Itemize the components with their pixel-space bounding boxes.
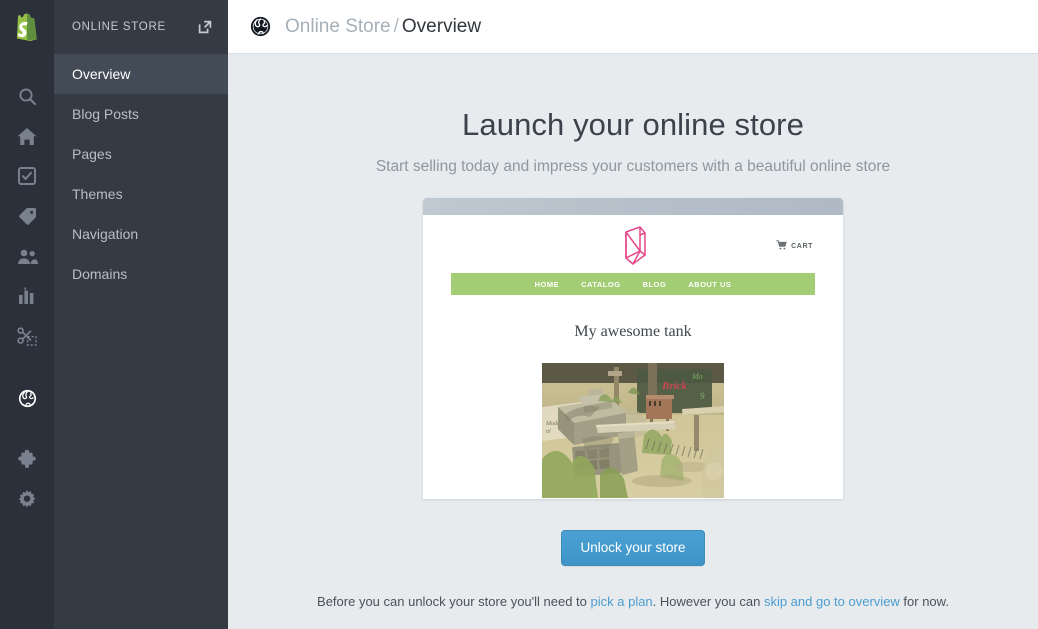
top-bar: Online Store/Overview	[228, 0, 1038, 54]
primary-icon-rail	[0, 0, 54, 629]
store-preview-wrapper: CART HOME CATALOG BLOG ABOUT US My aweso…	[423, 198, 843, 499]
reports-icon[interactable]	[0, 276, 54, 316]
store-nav-bar: HOME CATALOG BLOG ABOUT US	[451, 273, 815, 295]
sidebar-nav-list: Overview Blog Posts Pages Themes Navigat…	[54, 54, 228, 294]
settings-icon[interactable]	[0, 480, 54, 520]
sidebar-item-label: Blog Posts	[72, 106, 139, 122]
breadcrumb-separator: /	[391, 16, 402, 37]
sidebar-item-label: Domains	[72, 266, 127, 282]
online-store-icon[interactable]	[0, 378, 54, 418]
browser-chrome-bar	[423, 198, 843, 215]
external-link-icon[interactable]	[198, 20, 212, 34]
cart-label: CART	[791, 243, 813, 250]
footnote-text-part-3: for now.	[900, 594, 949, 609]
breadcrumb-parent[interactable]: Online Store	[285, 16, 391, 37]
sidebar-item-blog-posts[interactable]: Blog Posts	[54, 94, 228, 134]
unlock-your-store-button[interactable]: Unlock your store	[561, 530, 704, 566]
sidebar-item-overview[interactable]: Overview	[54, 54, 228, 94]
products-icon[interactable]	[0, 196, 54, 236]
skip-and-go-to-overview-link[interactable]: skip and go to overview	[764, 594, 900, 609]
store-preview-body: CART HOME CATALOG BLOG ABOUT US My aweso…	[423, 215, 843, 499]
footnote-text-part-1: Before you can unlock your store you'll …	[317, 594, 590, 609]
store-preview-card[interactable]: CART HOME CATALOG BLOG ABOUT US My aweso…	[423, 198, 843, 499]
apps-icon[interactable]	[0, 440, 54, 480]
footnote-text-part-2: . However you can	[653, 594, 764, 609]
sidebar-item-themes[interactable]: Themes	[54, 174, 228, 214]
store-header: CART	[423, 215, 843, 273]
tank-diorama-photo: Brick Mo 9	[542, 363, 724, 498]
discounts-icon[interactable]	[0, 316, 54, 356]
cart-icon	[776, 237, 787, 255]
page-title: Launch your online store	[228, 107, 1038, 143]
breadcrumb-current: Overview	[402, 16, 481, 37]
store-nav-item-catalog[interactable]: CATALOG	[581, 280, 620, 289]
store-logo-icon	[615, 223, 651, 272]
action-area: Unlock your store	[228, 530, 1038, 566]
store-nav-item-blog[interactable]: BLOG	[643, 280, 667, 289]
breadcrumb: Online Store/Overview	[285, 16, 481, 38]
page-subtitle: Start selling today and impress your cus…	[228, 158, 1038, 176]
orders-icon[interactable]	[0, 156, 54, 196]
home-icon[interactable]	[0, 116, 54, 156]
sidebar-item-label: Navigation	[72, 226, 138, 242]
main-column: Online Store/Overview Launch your online…	[228, 0, 1038, 629]
shopify-logo[interactable]	[0, 0, 54, 54]
sidebar-item-navigation[interactable]: Navigation	[54, 214, 228, 254]
pick-a-plan-link[interactable]: pick a plan	[591, 594, 653, 609]
store-cart-link[interactable]: CART	[776, 237, 813, 255]
shopify-admin-app: ONLINE STORE Overview Blog Posts Pages T…	[0, 0, 1038, 629]
sidebar-item-label: Pages	[72, 146, 112, 162]
sidebar-title: ONLINE STORE	[72, 21, 166, 33]
store-product-title: My awesome tank	[423, 323, 843, 341]
sidebar-item-label: Overview	[72, 66, 130, 82]
sidebar-header: ONLINE STORE	[54, 0, 228, 54]
sidebar-item-domains[interactable]: Domains	[54, 254, 228, 294]
customers-icon[interactable]	[0, 236, 54, 276]
globe-icon	[250, 16, 271, 37]
online-store-sidebar: ONLINE STORE Overview Blog Posts Pages T…	[54, 0, 228, 629]
store-nav-item-home[interactable]: HOME	[535, 280, 560, 289]
store-nav-item-about-us[interactable]: ABOUT US	[688, 280, 731, 289]
sidebar-item-label: Themes	[72, 186, 123, 202]
search-icon[interactable]	[0, 76, 54, 116]
sidebar-item-pages[interactable]: Pages	[54, 134, 228, 174]
content-area: Launch your online store Start selling t…	[228, 54, 1038, 629]
footnote: Before you can unlock your store you'll …	[228, 594, 1038, 609]
